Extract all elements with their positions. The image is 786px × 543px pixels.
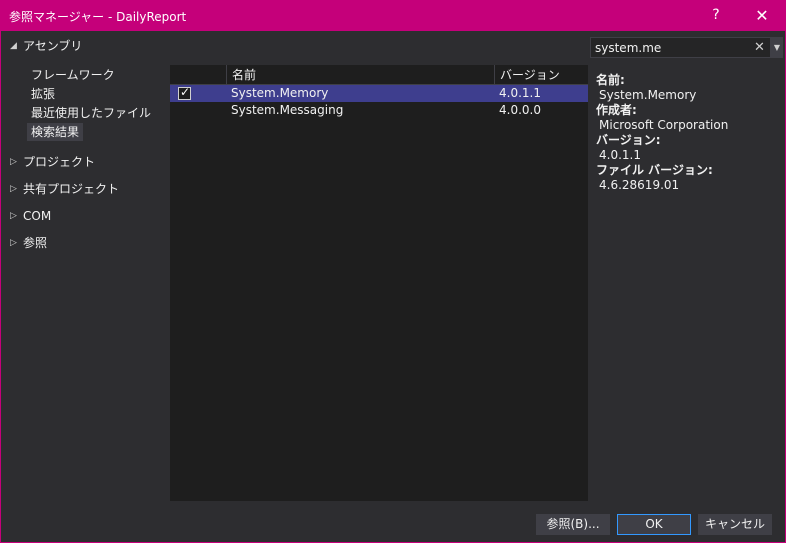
tree-item-extensions[interactable]: 拡張 bbox=[27, 85, 59, 103]
detail-name-value: System.Memory bbox=[599, 88, 697, 102]
list-header: 名前 バージョン bbox=[170, 65, 588, 85]
ok-button[interactable]: OK bbox=[617, 514, 691, 535]
table-row[interactable]: ✓ System.Memory 4.0.1.1 bbox=[170, 85, 588, 102]
close-button[interactable]: ✕ bbox=[740, 0, 784, 31]
title-bar: 参照マネージャー - DailyReport ? ✕ bbox=[0, 0, 786, 31]
detail-author-label: 作成者: bbox=[596, 103, 637, 117]
checkmark-icon: ✓ bbox=[180, 85, 191, 99]
row-name: System.Messaging bbox=[231, 103, 344, 117]
detail-author-value: Microsoft Corporation bbox=[599, 118, 729, 132]
collapsed-arrow-icon: ▷ bbox=[10, 184, 17, 194]
row-checkbox[interactable]: ✓ bbox=[178, 85, 191, 100]
row-version: 4.0.0.0 bbox=[499, 103, 541, 117]
tree-item-framework[interactable]: フレームワーク bbox=[27, 66, 119, 84]
button-bar: 参照(B)... OK キャンセル bbox=[1, 507, 785, 542]
expanded-arrow-icon: ◢ bbox=[10, 41, 17, 51]
dialog-content: ◢ アセンブリ フレームワーク 拡張 最近使用したファイル 検索結果 ▷ プロジ… bbox=[1, 31, 785, 542]
category-tree: ◢ アセンブリ フレームワーク 拡張 最近使用したファイル 検索結果 ▷ プロジ… bbox=[1, 31, 169, 507]
cancel-button[interactable]: キャンセル bbox=[698, 514, 772, 535]
tree-item-recent[interactable]: 最近使用したファイル bbox=[27, 104, 155, 122]
table-row[interactable]: System.Messaging 4.0.0.0 bbox=[170, 102, 588, 119]
tree-item-search-results[interactable]: 検索結果 bbox=[27, 123, 84, 141]
detail-file-version-value: 4.6.28619.01 bbox=[599, 178, 680, 192]
collapsed-arrow-icon: ▷ bbox=[10, 238, 17, 248]
search-input[interactable] bbox=[595, 39, 745, 56]
detail-version-label: バージョン: bbox=[596, 133, 661, 147]
row-version: 4.0.1.1 bbox=[499, 86, 541, 100]
detail-file-version-label: ファイル バージョン: bbox=[596, 163, 713, 177]
window-title: 参照マネージャー - DailyReport bbox=[9, 10, 187, 24]
browse-button[interactable]: 参照(B)... bbox=[536, 514, 610, 535]
help-button[interactable]: ? bbox=[694, 0, 738, 31]
column-header-version[interactable]: バージョン bbox=[494, 65, 560, 85]
detail-name-label: 名前: bbox=[596, 73, 625, 87]
collapsed-arrow-icon: ▷ bbox=[10, 211, 17, 221]
detail-version-value: 4.0.1.1 bbox=[599, 148, 641, 162]
clear-search-icon[interactable]: ✕ bbox=[754, 39, 765, 56]
assembly-list: 名前 バージョン ✓ System.Memory 4.0.1.1 System.… bbox=[170, 65, 588, 501]
column-header-name[interactable]: 名前 bbox=[226, 65, 494, 85]
search-dropdown-icon[interactable]: ▼ bbox=[771, 37, 783, 58]
details-panel: 名前: System.Memory 作成者: Microsoft Corpora… bbox=[596, 73, 781, 193]
search-box: ✕ bbox=[590, 37, 771, 58]
row-name: System.Memory bbox=[231, 86, 329, 100]
collapsed-arrow-icon: ▷ bbox=[10, 157, 17, 167]
